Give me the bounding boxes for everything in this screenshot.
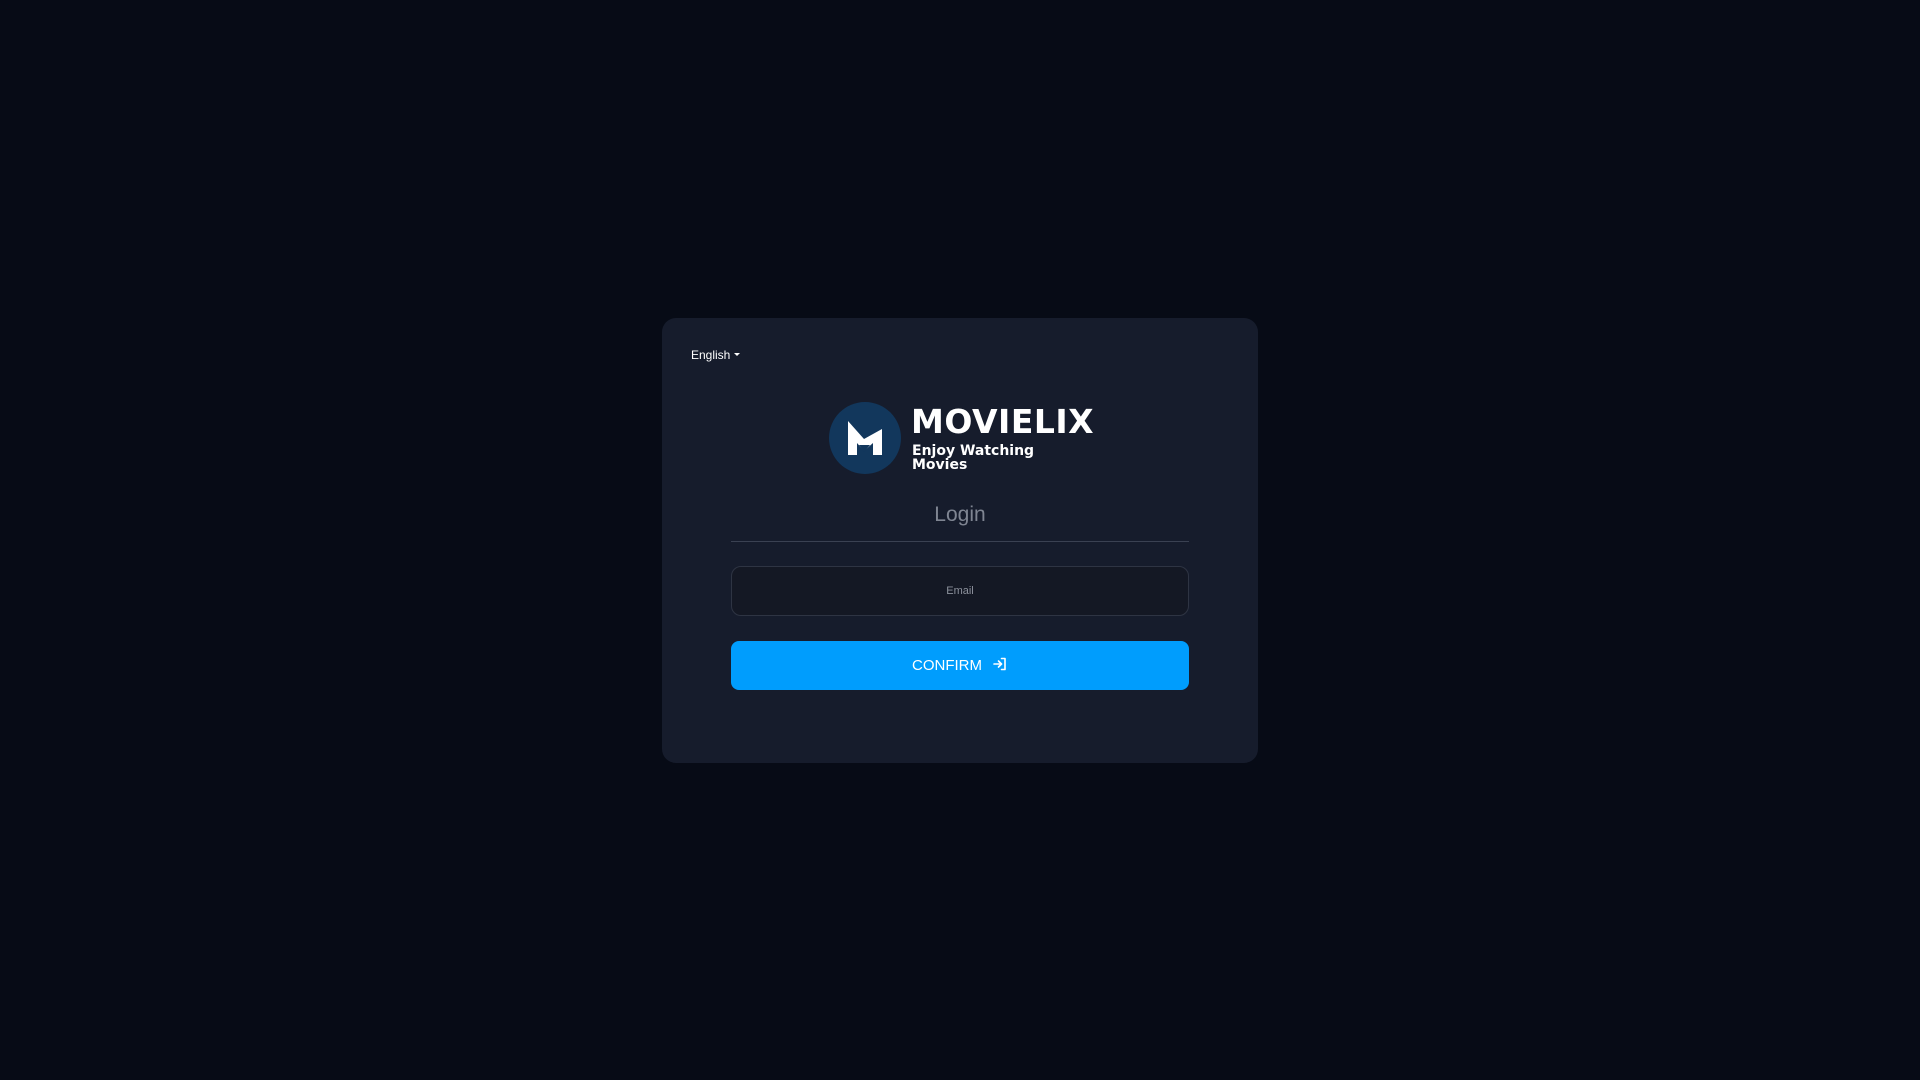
brand-logo: MOVIELIX Enjoy Watching Movies — [829, 401, 1094, 475]
caret-down-icon — [734, 352, 741, 356]
confirm-button[interactable]: CONFIRM — [731, 641, 1189, 690]
movielix-logo-icon — [829, 402, 901, 474]
sign-in-icon — [992, 656, 1008, 676]
language-label: English — [691, 348, 731, 362]
language-dropdown[interactable]: English — [691, 348, 741, 362]
brand-tagline: Enjoy Watching Movies — [912, 442, 1035, 473]
confirm-button-label: CONFIRM — [912, 657, 982, 674]
brand-name: MOVIELIX — [911, 401, 1095, 441]
login-title: Login — [731, 503, 1189, 542]
email-field[interactable] — [731, 566, 1189, 616]
brand-text: MOVIELIX Enjoy Watching Movies — [911, 405, 1094, 472]
login-card: English MOVIELIX Enjoy Watching Movies L… — [662, 318, 1258, 763]
